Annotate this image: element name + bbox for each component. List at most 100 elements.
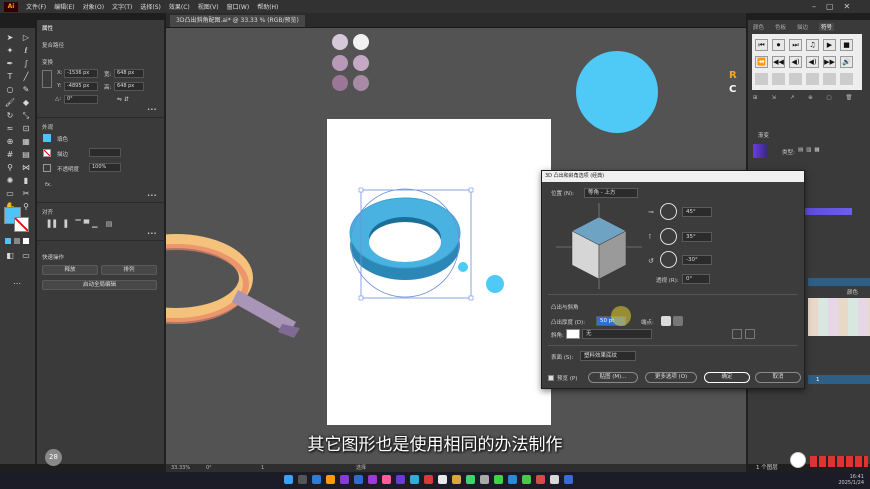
release-button[interactable]: 释放 — [42, 265, 98, 275]
eraser-icon[interactable]: ◆ — [19, 97, 33, 108]
arrange-button[interactable]: 排列 — [101, 265, 157, 275]
flip-icons[interactable]: ⇋ ⇵ — [117, 96, 129, 103]
taskbar-app-icon[interactable] — [466, 475, 475, 484]
slice-icon[interactable]: ✂ — [19, 188, 33, 199]
align-buttons[interactable]: ▐▌▐ ▔▀▁ ▤ — [45, 220, 115, 228]
height-input[interactable]: 648 px — [114, 82, 144, 91]
rotate-y-input[interactable]: 35° — [682, 232, 712, 242]
stroke-weight-input[interactable] — [89, 148, 121, 157]
width-input[interactable]: 648 px — [114, 69, 144, 78]
menu-help[interactable]: 帮助(H) — [257, 2, 278, 11]
blend-icon[interactable]: ⋈ — [19, 162, 33, 173]
eyedropper-icon[interactable]: ⚲ — [3, 162, 17, 173]
symbol-item[interactable]: ⏭ — [789, 39, 802, 51]
taskbar-app-icon[interactable] — [424, 475, 433, 484]
stroke-swatch[interactable] — [14, 217, 29, 232]
appearance-more-icon[interactable]: ••• — [147, 193, 157, 199]
small-blue-circle[interactable] — [486, 275, 504, 293]
color-dot[interactable] — [332, 55, 348, 71]
magic-wand-icon[interactable]: ✦ — [3, 45, 17, 56]
zoom-tool-icon[interactable]: ⚲ — [19, 201, 33, 212]
artboard-number[interactable]: 1 — [261, 464, 264, 472]
color-dot[interactable] — [353, 55, 369, 71]
opacity-input[interactable]: 100% — [89, 163, 121, 172]
graph-tool-icon[interactable]: ▮ — [19, 175, 33, 186]
x-input[interactable]: -1536 px — [64, 69, 98, 78]
symbol-item[interactable]: ◀) — [789, 56, 802, 68]
taskbar-app-icon[interactable] — [382, 475, 391, 484]
pencil-icon[interactable]: ✎ — [19, 84, 33, 95]
rotate-z-dial[interactable] — [660, 251, 677, 268]
ok-button[interactable]: 确定 — [704, 372, 750, 383]
symbol-item[interactable]: ▶▶ — [823, 56, 836, 68]
lasso-icon[interactable]: ℓ — [19, 45, 33, 56]
start-icon[interactable] — [284, 475, 293, 484]
cap-on-icon[interactable] — [661, 316, 671, 326]
document-tab[interactable]: 3D凸出斜角配图.ai* @ 33.33 % (RGB/预览) — [170, 15, 305, 27]
color-dot[interactable] — [353, 75, 369, 91]
rotation-value[interactable]: 0° — [206, 464, 212, 472]
menu-type[interactable]: 文字(T) — [112, 2, 132, 11]
cancel-button[interactable]: 取消 — [755, 372, 801, 383]
blue-circle-shape[interactable] — [576, 51, 658, 133]
free-transform-icon[interactable]: ⊡ — [19, 123, 33, 134]
clock[interactable]: 16:41 2025/1/24 — [820, 474, 864, 486]
perspective-icon[interactable]: ▦ — [19, 136, 33, 147]
window-controls[interactable]: –▢✕ — [812, 2, 860, 11]
more-options-button[interactable]: 更多选项 (O) — [645, 372, 697, 383]
taskbar-app-icon[interactable] — [480, 475, 489, 484]
cube-preview[interactable] — [554, 201, 644, 291]
type-tool-icon[interactable]: T — [3, 71, 17, 82]
swatch-grid[interactable] — [808, 298, 870, 336]
zoom-level[interactable]: 33.33% — [171, 464, 190, 472]
symbol-item[interactable]: ♫ — [806, 39, 819, 51]
gradient-tool-icon[interactable]: ▤ — [19, 149, 33, 160]
stroke-color-chip[interactable] — [43, 149, 51, 157]
global-edit-button[interactable]: 启动全局编辑 — [42, 280, 157, 290]
stroke-label[interactable]: 描边 — [57, 150, 68, 158]
preview-checkbox[interactable] — [548, 375, 554, 381]
position-select[interactable]: 等角 - 上方 — [584, 188, 638, 198]
menu-select[interactable]: 选择(S) — [140, 2, 161, 11]
bevel-out-icon[interactable] — [732, 329, 742, 339]
map-button[interactable]: 贴图 (M)... — [588, 372, 638, 383]
color-dot[interactable] — [332, 34, 348, 50]
fill-color-chip[interactable] — [43, 134, 51, 142]
taskbar-app-icon[interactable] — [564, 475, 573, 484]
rotate-z-input[interactable]: -30° — [682, 255, 712, 265]
gradient-type-buttons[interactable]: ▤▥▦ — [798, 147, 823, 153]
taskbar-app-icon[interactable] — [494, 475, 503, 484]
mesh-icon[interactable]: # — [3, 149, 17, 160]
symbol-item[interactable]: ⏮ — [755, 39, 768, 51]
torus-3d-shape[interactable] — [349, 187, 474, 301]
rotate-y-dial[interactable] — [660, 228, 677, 245]
properties-tab[interactable]: 属性 — [42, 24, 53, 32]
perspective-input[interactable]: 0° — [682, 274, 710, 284]
taskbar-app-icon[interactable] — [312, 475, 321, 484]
y-input[interactable]: -4895 px — [64, 82, 98, 91]
magnifier-illustration[interactable] — [166, 234, 300, 338]
symbol-item[interactable]: ◀◀ — [772, 56, 785, 68]
curvature-icon[interactable]: ∫ — [19, 58, 33, 69]
taskbar-app-icon[interactable] — [298, 475, 307, 484]
selection-tool-icon[interactable]: ➤ — [3, 32, 17, 43]
rotate-x-dial[interactable] — [660, 203, 677, 220]
gradient-mode-icon[interactable] — [14, 238, 20, 244]
taskbar-app-icon[interactable] — [452, 475, 461, 484]
taskbar-app-icon[interactable] — [438, 475, 447, 484]
fx-button[interactable]: fx. — [45, 182, 52, 188]
more-tools-icon[interactable]: ⋯ — [10, 278, 24, 289]
symbol-row[interactable] — [755, 73, 853, 85]
pen-tool-icon[interactable]: ✒ — [3, 58, 17, 69]
cap-off-icon[interactable] — [673, 316, 683, 326]
rotate-x-input[interactable]: 45° — [682, 207, 712, 217]
taskbar-app-icon[interactable] — [326, 475, 335, 484]
bevel-select[interactable]: 无 — [582, 329, 652, 339]
taskbar-app-icon[interactable] — [522, 475, 531, 484]
menu-edit[interactable]: 编辑(E) — [54, 2, 74, 11]
tab-stroke[interactable]: 描边 — [797, 23, 808, 31]
gradient-tab[interactable]: 渐变 — [758, 131, 769, 139]
taskbar-app-icon[interactable] — [550, 475, 559, 484]
screen-mode-icon[interactable]: ▭ — [19, 250, 33, 261]
taskbar-app-icon[interactable] — [410, 475, 419, 484]
